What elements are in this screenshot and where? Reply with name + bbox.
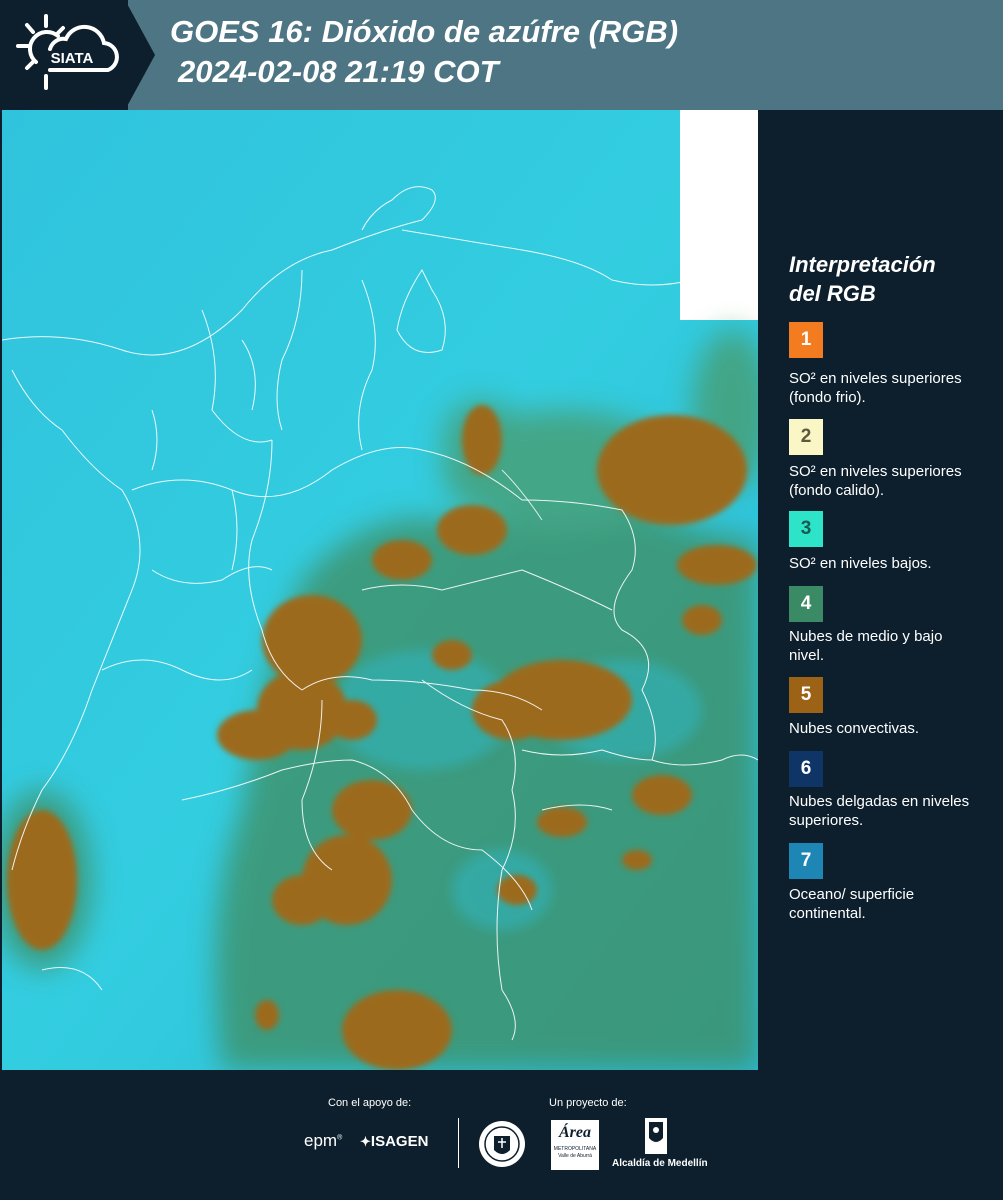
area-metropolitana-logo: Área METROPOLITANA Valle de Aburrá: [551, 1120, 599, 1170]
legend-swatch-5: 5: [789, 677, 823, 713]
isagen-icon: ✦: [360, 1134, 371, 1149]
legend-text-5: Nubes convectivas.: [789, 720, 920, 737]
legend-swatch-1: 1: [789, 322, 823, 358]
legend-text-6: Nubes delgadas en niveles superiores.: [789, 793, 970, 829]
legend-text-3: SO² en niveles bajos.: [789, 555, 932, 572]
page-title: GOES 16: Dióxido de azúfre (RGB): [170, 14, 679, 49]
legend-swatch-4: 4: [789, 586, 823, 622]
medellin-seal-icon: [479, 1121, 525, 1167]
legend-text-1: SO² en niveles superiores (fondo frio).: [789, 370, 962, 406]
logo-arrow: [125, 0, 155, 110]
area-logo-line3: Valle de Aburrá: [558, 1153, 592, 1159]
project-label: Un proyecto de:: [549, 1097, 627, 1109]
legend-title: Interpretación del RGB: [789, 250, 989, 308]
support-label: Con el apoyo de:: [328, 1097, 412, 1109]
alcaldia-shield-icon: [645, 1118, 667, 1154]
area-logo-word: Área: [559, 1124, 591, 1141]
timestamp: 2024-02-08 21:19 COT: [178, 54, 499, 89]
header-bar: SIATA GOES 16: Dióxido de azúfre (RGB) 2…: [0, 0, 1003, 110]
legend-title-line2: del RGB: [789, 281, 876, 306]
legend-swatch-7: 7: [789, 843, 823, 879]
alcaldia-label: Alcaldía de Medellín: [612, 1158, 708, 1169]
epm-logo-text: epm: [304, 1131, 338, 1150]
sun-cloud-icon: SIATA: [16, 14, 119, 90]
legend-swatch-3: 3: [789, 511, 823, 547]
isagen-logo: ✦ISAGEN: [360, 1133, 428, 1150]
legend-swatch-6: 6: [789, 751, 823, 787]
legend-swatch-2: 2: [789, 419, 823, 455]
siata-logo: SIATA: [0, 0, 128, 110]
isagen-logo-text: ISAGEN: [370, 1133, 429, 1150]
legend-text-4: Nubes de medio y bajo nivel.: [789, 628, 943, 664]
legend-text-7: Oceano/ superficie continental.: [789, 886, 915, 922]
epm-logo: epm®: [304, 1131, 343, 1150]
svg-text:SIATA: SIATA: [51, 50, 94, 67]
area-logo-line2: METROPOLITANA: [553, 1146, 597, 1152]
legend-title-line1: Interpretación: [789, 252, 936, 277]
satellite-map: [2, 110, 758, 1070]
legend-text-2: SO² en niveles superiores (fondo calido)…: [789, 463, 962, 499]
footer-divider: [458, 1118, 459, 1168]
